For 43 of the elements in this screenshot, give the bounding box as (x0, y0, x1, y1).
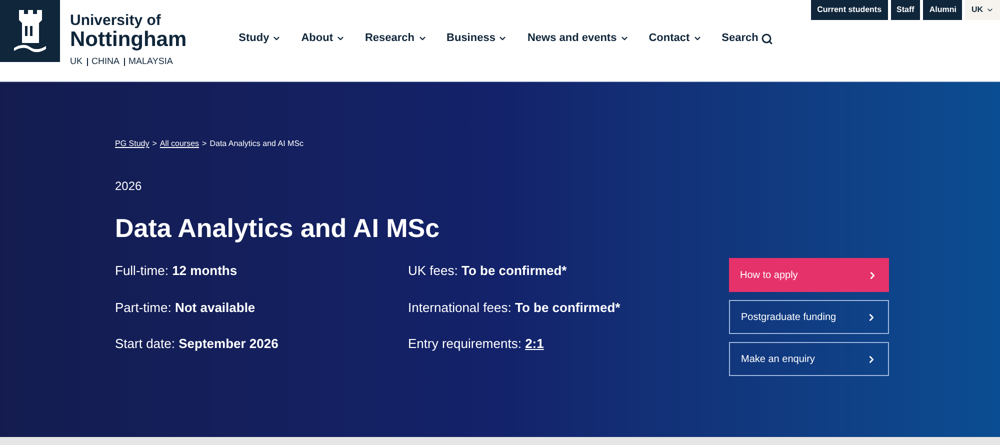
course-fact: Full-time: 12 months (115, 262, 238, 280)
search-icon (761, 32, 774, 44)
course-fact: Start date: September 2026 (115, 335, 280, 353)
nav-menu-link[interactable]: About (301, 30, 345, 47)
chevron-down-icon (336, 34, 345, 43)
breadcrumb-separator: > (202, 138, 207, 150)
course-fact: Entry requirements: 2:1 (408, 335, 545, 353)
breadcrumb-separator: > (152, 138, 157, 150)
course-fact: Part-time: Not available (115, 298, 256, 316)
course-title: Data Analytics and AI MSc (115, 213, 441, 243)
logo-name: Nottingham (70, 29, 187, 51)
campus-label: MALAYSIA (128, 55, 173, 68)
utility-link[interactable]: Staff (890, 0, 920, 20)
logo-line: University of (70, 13, 162, 29)
breadcrumb-current: Data Analytics and AI MSc (210, 138, 304, 150)
nav-menu-link[interactable]: Research (364, 30, 427, 47)
breadcrumb-link[interactable]: PG Study (115, 138, 150, 150)
course-year: 2026 (115, 178, 143, 195)
action-button[interactable]: How to apply (729, 258, 889, 292)
chevron-down-icon (498, 34, 508, 43)
search-link[interactable]: Search (722, 30, 774, 47)
chevron-down-icon (418, 34, 427, 43)
campus-label: CHINA (92, 55, 120, 68)
chevron-down-icon (272, 34, 282, 43)
utility-link[interactable]: Current students (811, 0, 888, 20)
nav-menu-link[interactable]: Contact (648, 30, 702, 47)
entry-requirements-link[interactable]: 2:1 (525, 336, 544, 351)
course-fact: International fees: To be confirmed* (408, 298, 620, 316)
campus-label: UK (70, 55, 83, 68)
nav-menu-link[interactable]: Study (238, 30, 282, 47)
castle-logo-icon (13, 8, 47, 54)
chevron-down-icon (620, 34, 629, 43)
action-button[interactable]: Make an enquiry (729, 342, 889, 376)
chevron-down-icon (692, 34, 702, 43)
nav-menu-link[interactable]: Business (446, 30, 508, 47)
chevron-down-icon (986, 6, 994, 14)
utility-link[interactable]: Alumni (923, 0, 962, 20)
nav-menu-link[interactable]: News and events (527, 30, 629, 47)
breadcrumb-link[interactable]: All courses (160, 138, 200, 150)
action-button[interactable]: Postgraduate funding (729, 300, 889, 334)
utility-link[interactable]: UK (965, 0, 1000, 20)
course-fact: UK fees: To be confirmed* (408, 262, 568, 280)
logo-block[interactable] (0, 0, 60, 62)
